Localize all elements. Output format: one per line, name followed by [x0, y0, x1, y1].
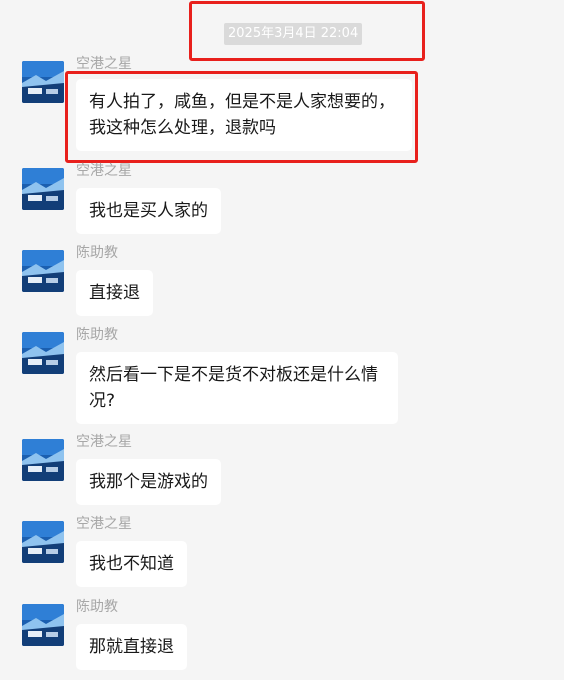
message-bubble[interactable]: 然后看一下是不是货不对板还是什么情况? — [76, 352, 398, 424]
sender-name: 陈助教 — [76, 245, 118, 261]
message-bubble[interactable]: 直接退 — [76, 270, 153, 316]
sender-name: 空港之星 — [76, 163, 132, 179]
avatar-image — [22, 61, 64, 103]
sender-name: 空港之星 — [76, 516, 132, 532]
sender-name: 空港之星 — [76, 56, 132, 72]
message-bubble[interactable]: 我那个是游戏的 — [76, 459, 221, 505]
message-timestamp: 2025年3月4日 22:04 — [224, 23, 363, 45]
sender-name: 空港之星 — [76, 434, 132, 450]
avatar[interactable] — [22, 61, 64, 103]
sender-name: 陈助教 — [76, 327, 118, 343]
avatar[interactable] — [22, 332, 64, 374]
avatar[interactable] — [22, 439, 64, 481]
avatar-image — [22, 168, 64, 210]
avatar[interactable] — [22, 168, 64, 210]
avatar-image — [22, 332, 64, 374]
message-bubble[interactable]: 我也是买人家的 — [76, 188, 221, 234]
avatar-image — [22, 439, 64, 481]
avatar[interactable] — [22, 521, 64, 563]
message-bubble[interactable]: 有人拍了，咸鱼，但是不是人家想要的，我这种怎么处理，退款吗 — [76, 79, 412, 151]
avatar-image — [22, 521, 64, 563]
message-bubble[interactable]: 我也不知道 — [76, 541, 187, 587]
avatar[interactable] — [22, 250, 64, 292]
sender-name: 陈助教 — [76, 599, 118, 615]
avatar-image — [22, 250, 64, 292]
avatar-image — [22, 604, 64, 646]
avatar[interactable] — [22, 604, 64, 646]
chat-window: 2025年3月4日 22:04 空港之星 有人拍了，咸鱼，但是不是人家想要的，我… — [0, 0, 564, 680]
message-bubble[interactable]: 那就直接退 — [76, 624, 187, 670]
